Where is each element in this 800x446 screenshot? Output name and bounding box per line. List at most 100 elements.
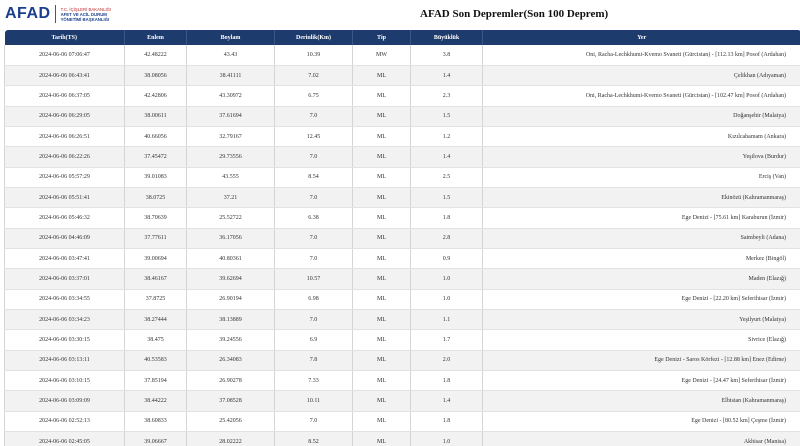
longitude-cell: 39.62694	[186, 268, 275, 290]
location-cell: Ekinözü (Kahramanmaraş)	[482, 187, 800, 209]
depth-cell: 7.02	[274, 65, 353, 87]
magnitude-cell: 2.8	[410, 228, 483, 249]
header-column-location[interactable]: Yer	[482, 30, 800, 45]
longitude-cell: 43.30972	[186, 85, 275, 107]
latitude-cell: 40.53583	[124, 350, 187, 372]
magnitude-cell: 1.5	[410, 187, 483, 209]
location-cell: Sivrice (Elazığ)	[482, 329, 800, 351]
type-cell: ML	[352, 390, 411, 412]
depth-cell: 7.0	[274, 106, 353, 127]
table-row[interactable]: 2024-06-06 02:45:05 39.06667 28.02222 8.52 M…	[4, 431, 800, 446]
location-cell: Saimbeyli (Adana)	[482, 228, 800, 249]
table-row[interactable]: 2024-06-06 06:37:05 42.42806 43.30972 6.75 M…	[4, 85, 800, 107]
longitude-cell: 39.24556	[186, 329, 275, 351]
depth-cell: 10.39	[274, 45, 353, 66]
depth-cell: 7.0	[274, 146, 353, 168]
longitude-cell: 43.43	[186, 45, 275, 66]
table-row[interactable]: 2024-06-06 03:13:11 40.53583 26.34083 7.8 ML…	[4, 350, 800, 372]
type-cell: ML	[352, 248, 411, 270]
magnitude-cell: 1.4	[410, 65, 483, 87]
longitude-cell: 37.08528	[186, 390, 275, 412]
type-cell: ML	[352, 411, 411, 433]
depth-cell: 7.0	[274, 411, 353, 433]
depth-cell: 7.33	[274, 370, 353, 392]
table-row[interactable]: 2024-06-06 05:57:29 39.01083 43.555 8.54 ML 2…	[4, 167, 800, 188]
date-cell: 2024-06-06 05:57:29	[4, 167, 125, 188]
latitude-cell: 38.0725	[124, 187, 187, 209]
type-cell: ML	[352, 65, 411, 87]
magnitude-cell: 1.8	[410, 370, 483, 392]
longitude-cell: 29.73556	[186, 146, 275, 168]
depth-cell: 7.0	[274, 309, 353, 331]
latitude-cell: 37.45472	[124, 146, 187, 168]
latitude-cell: 39.01083	[124, 167, 187, 188]
afad-logo[interactable]: AFAD T.C. İÇİŞLERİ BAKANLIĞI AFET VE ACİ…	[5, 4, 111, 24]
date-cell: 2024-06-06 03:37:01	[4, 268, 125, 290]
magnitude-cell: 1.8	[410, 207, 483, 229]
location-cell: Yeşilova (Burdur)	[482, 146, 800, 168]
type-cell: ML	[352, 187, 411, 209]
date-cell: 2024-06-06 03:13:11	[4, 350, 125, 372]
date-cell: 2024-06-06 06:29:05	[4, 106, 125, 127]
header-column-latitude[interactable]: Enlem	[124, 30, 187, 45]
table-row[interactable]: 2024-06-06 06:22:26 37.45472 29.73556 7.0 ML…	[4, 146, 800, 168]
depth-cell: 7.8	[274, 350, 353, 372]
header-column-type[interactable]: Tip	[352, 30, 411, 45]
header-column-depth[interactable]: Derinlik(Km)	[274, 30, 353, 45]
date-cell: 2024-06-06 03:47:41	[4, 248, 125, 270]
type-cell: ML	[352, 289, 411, 310]
table-body: 2024-06-06 07:06:47 42.48222 43.43 10.39 MW 3…	[4, 45, 800, 446]
location-cell: Elbistan (Kahramanmaraş)	[482, 390, 800, 412]
latitude-cell: 39.06667	[124, 431, 187, 446]
table-row[interactable]: 2024-06-06 03:34:23 38.27444 38.13889 7.0 ML…	[4, 309, 800, 331]
date-cell: 2024-06-06 07:06:47	[4, 45, 125, 66]
table-row[interactable]: 2024-06-06 06:26:51 40.66056 32.79167 12.45…	[4, 126, 800, 148]
earthquake-table: Tarih(TS) Enlem Boylam Derinlik(Km) Tip Büyük…	[4, 30, 800, 446]
logo-wordmark: AFAD	[5, 5, 51, 22]
table-row[interactable]: 2024-06-06 03:09:09 38.44222 37.08528 10.11…	[4, 390, 800, 412]
page-title: AFAD Son Depremler(Son 100 Deprem)	[420, 8, 609, 20]
table-row[interactable]: 2024-06-06 03:10:15 37.85194 26.90278 7.33 M…	[4, 370, 800, 392]
magnitude-cell: 2.0	[410, 350, 483, 372]
table-row[interactable]: 2024-06-06 05:51:41 38.0725 37.21 7.0 ML 1.5 E…	[4, 187, 800, 209]
table-row[interactable]: 2024-06-06 03:47:41 39.00694 40.80361 7.0 ML…	[4, 248, 800, 270]
latitude-cell: 37.77611	[124, 228, 187, 249]
type-cell: ML	[352, 268, 411, 290]
table-row[interactable]: 2024-06-06 03:34:55 37.8725 26.90194 6.98 ML…	[4, 289, 800, 310]
longitude-cell: 28.02222	[186, 431, 275, 446]
type-cell: ML	[352, 146, 411, 168]
table-row[interactable]: 2024-06-06 05:46:32 38.70639 25.52722 6.38 M…	[4, 207, 800, 229]
type-cell: ML	[352, 370, 411, 392]
date-cell: 2024-06-06 06:26:51	[4, 126, 125, 148]
location-cell: Ege Denizi - [22.20 km] Seferihisar (İzm…	[482, 289, 800, 310]
table-row[interactable]: 2024-06-06 03:30:15 38.475 39.24556 6.9 ML 1.…	[4, 329, 800, 351]
header-column-magnitude[interactable]: Büyüklük	[410, 30, 483, 45]
table-row[interactable]: 2024-06-06 06:43:41 38.08056 38.41111 7.02 M…	[4, 65, 800, 87]
latitude-cell: 42.48222	[124, 45, 187, 66]
depth-cell: 6.9	[274, 329, 353, 351]
table-row[interactable]: 2024-06-06 06:29:05 38.00611 37.61694 7.0 ML…	[4, 106, 800, 127]
type-cell: ML	[352, 309, 411, 331]
date-cell: 2024-06-06 03:30:15	[4, 329, 125, 351]
location-cell: Maden (Elazığ)	[482, 268, 800, 290]
date-cell: 2024-06-06 03:09:09	[4, 390, 125, 412]
table-row[interactable]: 2024-06-06 04:46:09 37.77611 36.17056 7.0 ML…	[4, 228, 800, 249]
longitude-cell: 40.80361	[186, 248, 275, 270]
table-row[interactable]: 2024-06-06 02:52:13 38.60833 25.42056 7.0 ML…	[4, 411, 800, 433]
type-cell: ML	[352, 126, 411, 148]
depth-cell: 7.0	[274, 187, 353, 209]
date-cell: 2024-06-06 03:34:23	[4, 309, 125, 331]
depth-cell: 6.75	[274, 85, 353, 107]
header-column-date[interactable]: Tarih(TS)	[4, 30, 125, 45]
location-cell: Merkez (Bingöl)	[482, 248, 800, 270]
logo-subtitle: T.C. İÇİŞLERİ BAKANLIĞI AFET VE ACİL DUR…	[61, 7, 112, 22]
magnitude-cell: 1.7	[410, 329, 483, 351]
type-cell: ML	[352, 167, 411, 188]
header-column-longitude[interactable]: Boylam	[186, 30, 275, 45]
longitude-cell: 38.41111	[186, 65, 275, 87]
magnitude-cell: 1.0	[410, 268, 483, 290]
table-row[interactable]: 2024-06-06 07:06:47 42.48222 43.43 10.39 MW 3…	[4, 45, 800, 66]
type-cell: ML	[352, 350, 411, 372]
table-row[interactable]: 2024-06-06 03:37:01 38.46167 39.62694 10.57…	[4, 268, 800, 290]
magnitude-cell: 0.9	[410, 248, 483, 270]
